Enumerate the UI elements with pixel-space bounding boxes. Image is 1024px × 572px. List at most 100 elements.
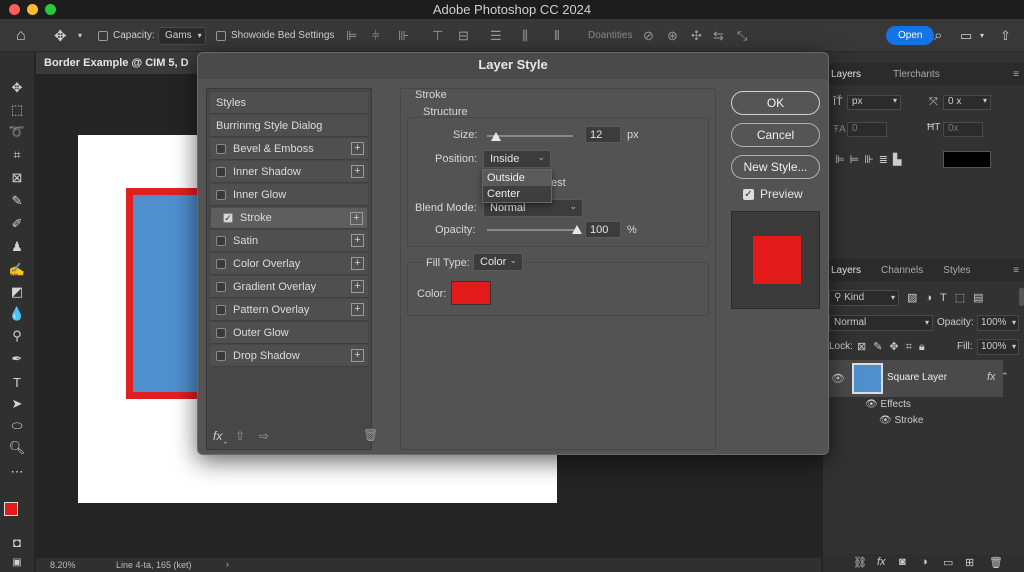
font-size-field[interactable]: px ▾: [847, 95, 901, 110]
delete-layer-icon[interactable]: 🗑︎: [989, 556, 1003, 569]
add-effect-plus-icon[interactable]: +: [351, 142, 364, 155]
effect-item[interactable]: Gradient Overlay +: [210, 276, 368, 298]
history-brush-icon[interactable]: ✍: [7, 260, 27, 280]
orbit-icon[interactable]: ⊘: [643, 19, 654, 52]
brush-tool-icon[interactable]: ✐: [7, 214, 27, 234]
stamp-tool-icon[interactable]: ♟: [7, 237, 27, 257]
adjustment-layer-icon[interactable]: ◑: [921, 556, 928, 568]
link-layers-icon[interactable]: ⛓︎: [853, 556, 867, 569]
add-mask-icon[interactable]: ◙: [899, 556, 906, 568]
size-input[interactable]: 12: [585, 126, 621, 143]
fx-menu-icon[interactable]: fx⌄: [213, 429, 228, 445]
zoom-tool-icon[interactable]: 🔍︎: [7, 438, 27, 458]
zoom-level[interactable]: 8.20%: [50, 560, 76, 570]
effect-checkbox[interactable]: [216, 281, 226, 292]
add-effect-plus-icon[interactable]: +: [350, 212, 363, 225]
chevron-down-icon[interactable]: ▾: [78, 19, 82, 52]
preview-checkbox[interactable]: ✓: [743, 188, 754, 200]
align-center-icon[interactable]: ⫩: [372, 19, 379, 52]
ok-button[interactable]: OK: [731, 91, 820, 115]
shape-tool-icon[interactable]: ⬭: [7, 416, 27, 436]
chevron-up-icon[interactable]: ⌃: [1001, 371, 1009, 382]
position-option-outside[interactable]: Outside: [483, 170, 551, 186]
layer-row-square[interactable]: 👁︎ Square Layer fx ⌃: [823, 360, 1009, 397]
crop-tool-icon[interactable]: ⌗: [7, 145, 27, 165]
effect-checkbox[interactable]: [216, 143, 226, 154]
scale-3d-icon[interactable]: ⤡: [737, 19, 747, 52]
styles-header-item[interactable]: Styles: [210, 92, 368, 114]
position-select[interactable]: Inside ⌄: [483, 150, 551, 168]
new-style-button[interactable]: New Style...: [731, 155, 820, 179]
share-icon[interactable]: ⇧: [1000, 19, 1011, 52]
fill-type-select[interactable]: Color ⌄: [473, 253, 523, 271]
foreground-color-swatch[interactable]: [4, 502, 18, 516]
blending-options-item[interactable]: Burrinmg Style Dialog: [210, 115, 368, 137]
align-top-icon[interactable]: ⊤: [432, 19, 443, 52]
effect-item[interactable]: ✓ Stroke +: [210, 207, 368, 229]
effect-checkbox[interactable]: [216, 235, 226, 246]
opacity-slider-track[interactable]: [487, 229, 577, 231]
effect-item[interactable]: Inner Shadow +: [210, 161, 368, 183]
effect-checkbox[interactable]: [216, 189, 226, 200]
align-left-icon[interactable]: ⊫: [346, 19, 357, 52]
new-layer-icon[interactable]: ⊞: [965, 556, 974, 569]
add-effect-plus-icon[interactable]: +: [351, 303, 364, 316]
quick-mask-icon[interactable]: ◘: [7, 532, 27, 552]
move-tool-icon[interactable]: ✥: [7, 78, 27, 98]
text-align-icons[interactable]: ⊫⊨⊪≣▙: [835, 153, 906, 166]
frame-tool-icon[interactable]: ⊠: [7, 168, 27, 188]
opacity-field[interactable]: 100% ▾: [977, 315, 1019, 331]
effects-row[interactable]: 👁︎ Effects: [865, 399, 911, 410]
type-tool-icon[interactable]: T: [7, 372, 27, 392]
tab-tlerchants[interactable]: Tlerchants: [885, 69, 948, 80]
more-tools-icon[interactable]: ⋯: [7, 462, 27, 482]
opacity-slider-thumb[interactable]: [572, 225, 582, 234]
effect-item[interactable]: Outer Glow: [210, 322, 368, 344]
effect-checkbox[interactable]: [216, 350, 226, 361]
capacity-checkbox[interactable]: [98, 30, 108, 41]
screen-mode-icon[interactable]: ▣: [7, 552, 27, 572]
size-slider-thumb[interactable]: [490, 132, 501, 141]
width-field[interactable]: 0x: [943, 122, 983, 137]
lock-icons[interactable]: ⊠✎✥⌗🔒︎: [857, 340, 932, 354]
cancel-button[interactable]: Cancel: [731, 123, 820, 147]
tracking-field[interactable]: 0 x ▾: [943, 95, 991, 110]
eye-icon[interactable]: 👁︎: [831, 372, 845, 385]
layer-filter-icons[interactable]: ▧◑T⬚▤: [907, 291, 992, 304]
baseline-field[interactable]: 0: [847, 122, 887, 137]
fx-icon[interactable]: fx: [987, 371, 996, 383]
tab-layers-top[interactable]: Layers: [823, 69, 869, 80]
add-effect-plus-icon[interactable]: +: [351, 280, 364, 293]
effect-item[interactable]: Color Overlay +: [210, 253, 368, 275]
chevron-right-icon[interactable]: ›: [226, 559, 229, 569]
path-select-icon[interactable]: ➤: [7, 394, 27, 414]
effect-item[interactable]: Drop Shadow +: [210, 345, 368, 367]
document-tab[interactable]: Border Example @ CIM 5, D: [36, 52, 206, 74]
blur-tool-icon[interactable]: 💧: [7, 304, 27, 324]
move-down-icon[interactable]: ⇨: [259, 429, 269, 443]
distribute-spacing-icon[interactable]: ⦀: [554, 19, 560, 52]
add-effect-plus-icon[interactable]: +: [351, 257, 364, 270]
move-tool-icon[interactable]: ✥: [54, 19, 67, 52]
panel-menu-icon[interactable]: ≡: [1013, 265, 1019, 276]
text-color-swatch[interactable]: [943, 151, 991, 168]
distribute-horizontal-icon[interactable]: ☰: [490, 19, 502, 52]
chevron-down-icon[interactable]: ▾: [980, 19, 984, 52]
effect-checkbox[interactable]: [216, 258, 226, 269]
opacity-input[interactable]: 100: [585, 221, 621, 238]
pen-tool-icon[interactable]: ✒: [7, 349, 27, 369]
effect-item[interactable]: Pattern Overlay +: [210, 299, 368, 321]
capacity-select[interactable]: Gams ▾: [158, 26, 206, 45]
effect-checkbox[interactable]: [216, 166, 226, 177]
add-style-fx-icon[interactable]: fx: [877, 556, 886, 568]
tab-styles[interactable]: Styles: [935, 265, 978, 276]
blend-mode-select[interactable]: Normal ▾: [829, 315, 933, 331]
eye-icon[interactable]: 👁︎: [865, 399, 878, 410]
eyedropper-tool-icon[interactable]: ✎: [7, 191, 27, 211]
filter-toggle[interactable]: [1019, 288, 1024, 306]
effect-item[interactable]: Bevel & Emboss +: [210, 138, 368, 160]
dodge-tool-icon[interactable]: ⚲: [7, 326, 27, 346]
effect-item[interactable]: Inner Glow: [210, 184, 368, 206]
stroke-effect-row[interactable]: 👁︎ Stroke: [879, 415, 923, 426]
eye-icon[interactable]: 👁︎: [879, 415, 892, 426]
